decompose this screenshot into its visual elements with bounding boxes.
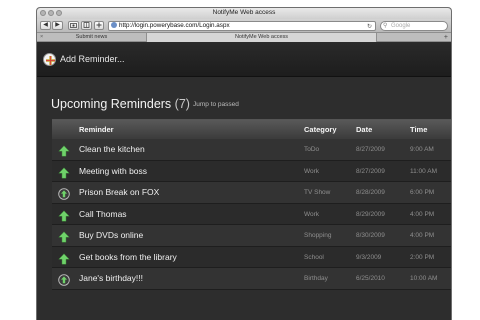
add-reminder-label[interactable]: Add Reminder...: [60, 54, 125, 64]
column-category[interactable]: Category: [304, 125, 337, 134]
reminder-time: 9:00 AM: [410, 146, 434, 153]
column-date[interactable]: Date: [356, 125, 372, 134]
tab-notifyme[interactable]: NotifyMe Web access: [147, 33, 377, 42]
browser-toolbar: ◀ ▶ http://login.powerybase.com/Login.as…: [37, 19, 451, 33]
magnifier-icon: ⚲: [383, 23, 388, 29]
reminder-time: 4:00 PM: [410, 232, 435, 239]
page-title: Upcoming Reminders (7): [51, 97, 190, 111]
tab-label: NotifyMe Web access: [234, 34, 289, 40]
reminder-category: ToDo: [304, 146, 320, 153]
up-arrow-icon: [58, 230, 70, 243]
reminder-title: Prison Break on FOX: [79, 187, 160, 197]
column-reminder[interactable]: Reminder: [79, 125, 114, 134]
table-row[interactable]: Buy DVDs online Shopping 8/30/2009 4:00 PM: [52, 225, 451, 247]
site-favicon-icon: [111, 22, 117, 28]
reminder-time: 4:00 PM: [410, 210, 435, 218]
book-icon: [83, 22, 90, 28]
column-time[interactable]: Time: [410, 125, 427, 134]
reminder-date: 6/25/2010: [356, 275, 385, 282]
tab-bar: × Submit news NotifyMe Web access +: [37, 33, 451, 42]
globe-icon: [58, 187, 70, 200]
close-tab-icon[interactable]: ×: [40, 33, 43, 42]
new-tab-button[interactable]: +: [444, 33, 448, 42]
reminder-category: Birthday: [304, 275, 328, 282]
reminder-date: 9/3/2009: [356, 253, 382, 261]
reminder-time: 11:00 AM: [410, 167, 437, 175]
forward-button[interactable]: ▶: [52, 21, 63, 30]
title-bar: NotifyMe Web access: [37, 8, 451, 19]
reload-icon[interactable]: ↻: [367, 23, 372, 30]
reminder-date: 8/29/2009: [356, 210, 385, 218]
reminder-count: (7): [174, 97, 190, 111]
table-row[interactable]: Call Thomas Work 8/29/2009 4:00 PM: [52, 203, 451, 225]
camera-icon: [70, 23, 77, 28]
tab-submit-news[interactable]: × Submit news: [37, 33, 147, 42]
add-reminder-bar[interactable]: Add Reminder...: [37, 43, 451, 77]
browser-window: NotifyMe Web access ◀ ▶ http://login.pow…: [36, 7, 452, 320]
add-bookmark-button[interactable]: [94, 21, 104, 30]
up-arrow-icon: [58, 252, 70, 264]
reminder-time: 6:00 PM: [410, 189, 435, 196]
address-text: http://login.powerybase.com/Login.aspx: [119, 22, 230, 29]
reminder-title: Jane's birthday!!!: [79, 273, 143, 283]
reminder-category: Work: [304, 167, 320, 175]
plus-icon: [96, 22, 102, 28]
up-arrow-icon: [58, 144, 70, 157]
reminder-date: 8/27/2009: [356, 146, 385, 153]
reminders-table: Reminder Category Date Time Clean the ki…: [52, 119, 451, 290]
up-arrow-icon: [58, 209, 70, 221]
address-bar[interactable]: http://login.powerybase.com/Login.aspx ↻: [108, 21, 376, 31]
globe-icon: [58, 273, 70, 286]
table-row[interactable]: Prison Break on FOX TV Show 8/28/2009 6:00 …: [52, 182, 451, 204]
reminder-time: 2:00 PM: [410, 253, 435, 261]
reminder-title: Buy DVDs online: [79, 230, 144, 240]
back-button[interactable]: ◀: [40, 21, 51, 30]
reminder-category: School: [304, 253, 324, 261]
reminder-title: Call Thomas: [79, 208, 127, 219]
up-arrow-icon: [58, 166, 70, 178]
reminder-date: 8/27/2009: [356, 167, 385, 175]
search-placeholder: Google: [391, 23, 411, 29]
table-row[interactable]: Jane's birthday!!! Birthday 6/25/2010 10:00…: [52, 268, 451, 290]
reminder-date: 8/28/2009: [356, 189, 385, 196]
table-row[interactable]: Get books from the library School 9/3/2009…: [52, 246, 451, 268]
jump-to-passed-link[interactable]: Jump to passed: [193, 101, 239, 108]
search-field[interactable]: ⚲ Google: [380, 21, 448, 31]
heading-text: Upcoming Reminders: [51, 97, 172, 111]
reminder-title: Get books from the library: [79, 251, 177, 262]
window-title: NotifyMe Web access: [212, 9, 276, 16]
reminder-category: Shopping: [304, 232, 332, 239]
bookmarks-button[interactable]: [81, 21, 92, 30]
reminder-time: 10:00 AM: [410, 275, 438, 282]
add-reminder-icon[interactable]: [43, 53, 56, 66]
screenshot-button[interactable]: [68, 21, 79, 30]
table-header: Reminder Category Date Time: [52, 120, 451, 139]
reminder-date: 8/30/2009: [356, 232, 385, 239]
tab-label: Submit news: [75, 34, 108, 40]
table-row[interactable]: Meeting with boss Work 8/27/2009 11:00 AM: [52, 160, 451, 182]
reminder-title: Meeting with boss: [79, 165, 148, 176]
reminder-category: Work: [304, 210, 320, 218]
reminder-title: Clean the kitchen: [79, 144, 145, 154]
reminder-category: TV Show: [304, 189, 331, 196]
table-row[interactable]: Clean the kitchen ToDo 8/27/2009 9:00 AM: [52, 139, 451, 161]
